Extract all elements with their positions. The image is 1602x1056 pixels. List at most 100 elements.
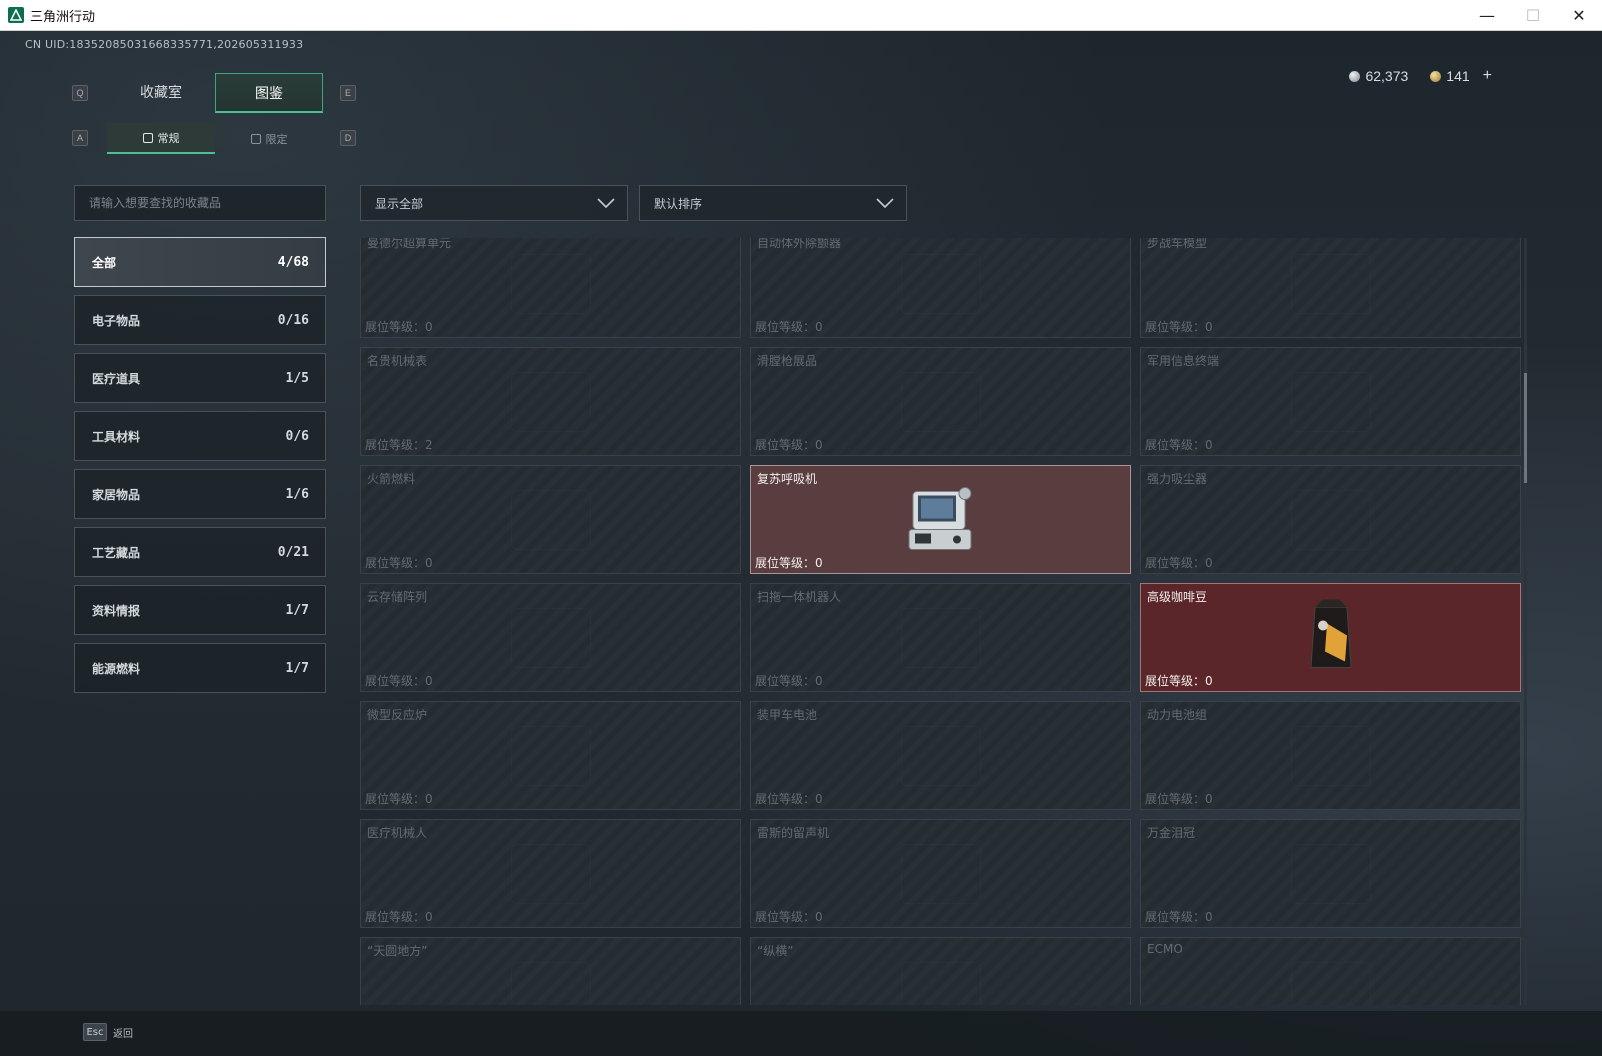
category-list: 全部 4/68 电子物品 0/16 医疗道具 1/5 工具材料 0/6 家居物品… <box>74 237 326 701</box>
close-button[interactable]: ✕ <box>1556 0 1602 31</box>
category-energy[interactable]: 能源燃料 1/7 <box>74 643 326 693</box>
item-image-icon <box>510 371 591 432</box>
subtab-limited[interactable]: 限定 <box>215 123 323 154</box>
collection-item-card[interactable]: 步战车模型 展位等级：0 <box>1140 238 1521 338</box>
collection-item-card[interactable]: 万金泪冠 展位等级：0 <box>1140 819 1521 928</box>
category-electronics[interactable]: 电子物品 0/16 <box>74 295 326 345</box>
category-crafts[interactable]: 工艺藏品 0/21 <box>74 527 326 577</box>
level-value: 0 <box>1205 438 1213 452</box>
subtab-regular-label: 常规 <box>157 131 180 145</box>
level-value: 0 <box>425 792 433 806</box>
add-currency-button[interactable]: + <box>1483 67 1492 85</box>
esc-key-icon: Esc <box>83 1023 107 1041</box>
item-level: 展位等级：0 <box>755 672 823 689</box>
tab-catalog[interactable]: 图鉴 <box>215 73 323 113</box>
scrollbar[interactable] <box>1524 238 1527 1005</box>
category-count: 0/16 <box>277 312 309 328</box>
gold-amount: 141 <box>1446 68 1470 84</box>
prev-tab-key-hint[interactable]: Q <box>72 85 88 101</box>
level-value: 0 <box>425 674 433 688</box>
item-name: ECMO <box>1147 942 1183 956</box>
collection-item-card[interactable]: 动力电池组 展位等级：0 <box>1140 701 1521 810</box>
item-name: 扫拖一体机器人 <box>757 590 842 604</box>
collection-item-card[interactable]: “纵横” <box>750 937 1131 1005</box>
item-name: 微型反应炉 <box>367 708 428 722</box>
collection-item-card[interactable]: 强力吸尘器 展位等级：0 <box>1140 465 1521 574</box>
gold-currency: 141 + <box>1430 67 1492 85</box>
item-level: 展位等级：2 <box>365 436 433 453</box>
level-value: 0 <box>815 320 823 334</box>
category-label: 全部 <box>92 255 117 270</box>
level-label: 展位等级： <box>365 910 426 924</box>
filter-dropdown[interactable]: 显示全部 <box>360 185 628 221</box>
category-count: 0/21 <box>277 544 309 560</box>
collection-item-card[interactable]: 滑膛枪展品 展位等级：0 <box>750 347 1131 456</box>
collection-item-card[interactable]: 云存储阵列 展位等级：0 <box>360 583 741 692</box>
level-label: 展位等级： <box>365 556 426 570</box>
level-label: 展位等级： <box>755 320 816 334</box>
collection-item-card[interactable]: 曼德尔超算单元 展位等级：0 <box>360 238 741 338</box>
level-label: 展位等级： <box>755 910 816 924</box>
search-input[interactable] <box>74 185 326 221</box>
category-count: 4/68 <box>277 254 309 270</box>
category-count: 1/5 <box>285 370 309 386</box>
prev-subtab-key-hint[interactable]: A <box>72 130 88 146</box>
item-image-icon <box>900 607 981 668</box>
regular-icon <box>142 132 153 143</box>
collection-item-card[interactable]: 医疗机械人 展位等级：0 <box>360 819 741 928</box>
item-name: 云存储阵列 <box>367 590 428 604</box>
level-label: 展位等级： <box>1145 320 1206 334</box>
main-tabs: 收藏室 图鉴 <box>107 73 323 113</box>
subtab-regular[interactable]: 常规 <box>107 123 215 154</box>
level-label: 展位等级： <box>755 792 816 806</box>
collection-item-card[interactable]: 装甲车电池 展位等级：0 <box>750 701 1131 810</box>
silver-amount: 62,373 <box>1365 68 1409 84</box>
bottom-bar <box>0 1011 1602 1056</box>
level-label: 展位等级： <box>365 792 426 806</box>
item-image-icon <box>1290 725 1371 786</box>
collection-item-card[interactable]: 微型反应炉展位等级：0 <box>360 701 741 810</box>
item-image-icon <box>1290 961 1371 1005</box>
collection-item-card[interactable]: 火箭燃料 展位等级：0 <box>360 465 741 574</box>
limited-icon <box>250 133 261 144</box>
minimize-button[interactable]: — <box>1464 0 1510 31</box>
item-name: 火箭燃料 <box>367 472 416 486</box>
collection-item-card[interactable]: 高级咖啡豆 展位等级：0 <box>1140 583 1521 692</box>
collection-item-card[interactable]: 自动体外除颤器 展位等级：0 <box>750 238 1131 338</box>
collection-item-card[interactable]: 复苏呼吸机 展位等级：0 <box>750 465 1131 574</box>
maximize-button[interactable]: ☐ <box>1510 0 1556 31</box>
next-subtab-key-hint[interactable]: D <box>340 130 356 146</box>
scrollbar-thumb[interactable] <box>1524 373 1527 483</box>
collection-item-card[interactable]: “天圆地方” <box>360 937 741 1005</box>
sort-value: 默认排序 <box>654 196 703 211</box>
next-tab-key-hint[interactable]: E <box>340 85 356 101</box>
gold-coin-icon <box>1430 70 1442 82</box>
level-value: 0 <box>1205 910 1213 924</box>
category-label: 工具材料 <box>92 429 141 444</box>
item-name: 军用信息终端 <box>1147 354 1220 368</box>
item-image-icon <box>510 489 591 550</box>
category-all[interactable]: 全部 4/68 <box>74 237 326 287</box>
level-value: 0 <box>1205 792 1213 806</box>
item-name: 复苏呼吸机 <box>757 472 818 486</box>
item-level: 展位等级：0 <box>755 790 823 807</box>
item-name: “纵横” <box>757 944 794 958</box>
collection-item-card[interactable]: ECMO <box>1140 937 1521 1005</box>
collection-item-card[interactable]: 军用信息终端 展位等级：0 <box>1140 347 1521 456</box>
item-image-icon <box>510 253 591 314</box>
back-button[interactable]: Esc 返回 <box>83 1023 133 1041</box>
category-household[interactable]: 家居物品 1/6 <box>74 469 326 519</box>
sort-dropdown[interactable]: 默认排序 <box>639 185 907 221</box>
item-image-icon <box>510 607 591 668</box>
category-medical[interactable]: 医疗道具 1/5 <box>74 353 326 403</box>
collection-item-card[interactable]: 扫拖一体机器人 展位等级：0 <box>750 583 1131 692</box>
collection-item-card[interactable]: 名贵机械表 展位等级：2 <box>360 347 741 456</box>
category-tools[interactable]: 工具材料 0/6 <box>74 411 326 461</box>
level-value: 2 <box>425 438 433 452</box>
level-label: 展位等级： <box>755 438 816 452</box>
tab-collection-room[interactable]: 收藏室 <box>107 73 215 113</box>
item-name: 万金泪冠 <box>1147 826 1196 840</box>
category-intel[interactable]: 资料情报 1/7 <box>74 585 326 635</box>
category-label: 医疗道具 <box>92 371 141 386</box>
collection-item-card[interactable]: 雷斯的留声机 展位等级：0 <box>750 819 1131 928</box>
